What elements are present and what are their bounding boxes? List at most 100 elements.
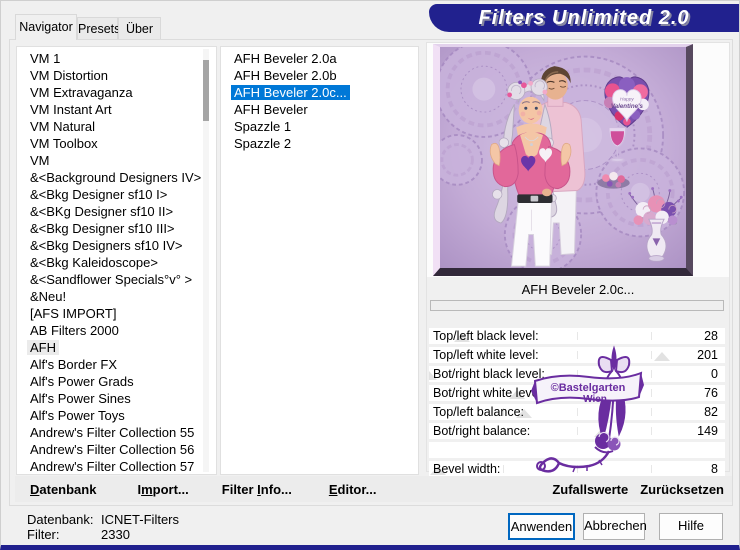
category-item[interactable]: Alf's Power Sines bbox=[17, 390, 216, 407]
slider-thumb[interactable] bbox=[654, 352, 670, 361]
parameter-slider[interactable]: Bot/right black level: 0 bbox=[429, 366, 725, 382]
category-item[interactable]: VM bbox=[17, 152, 216, 169]
category-scrollbar[interactable] bbox=[203, 49, 209, 472]
category-item[interactable]: Alf's Power Toys bbox=[17, 407, 216, 424]
editor-button[interactable]: Editor... bbox=[329, 482, 377, 497]
filter-item[interactable]: AFH Beveler bbox=[221, 101, 418, 118]
filterinfo-button[interactable]: Filter Info... bbox=[222, 482, 292, 497]
category-item[interactable]: [AFS IMPORT] bbox=[17, 305, 216, 322]
status-area: Datenbank: ICNET-Filters Filter: 2330 bbox=[27, 512, 179, 542]
parameter-value: 76 bbox=[704, 385, 718, 401]
parameter-value: 8 bbox=[711, 461, 718, 477]
category-item[interactable]: Andrew's Filter Collection 55 bbox=[17, 424, 216, 441]
filter-listbox[interactable]: AFH Beveler 2.0aAFH Beveler 2.0bAFH Beve… bbox=[220, 46, 419, 475]
filter-item[interactable]: Spazzle 1 bbox=[221, 118, 418, 135]
category-item[interactable]: Andrew's Filter Collection 56 bbox=[17, 441, 216, 458]
import-button[interactable]: Import... bbox=[137, 482, 188, 497]
slider-tick bbox=[651, 389, 652, 397]
status-filter-label: Filter: bbox=[27, 527, 101, 542]
category-item[interactable]: Alf's Power Grads bbox=[17, 373, 216, 390]
category-item[interactable]: AFH bbox=[17, 339, 216, 356]
tab-presets[interactable]: Presets bbox=[77, 17, 118, 39]
parameter-value: 0 bbox=[711, 366, 718, 382]
svg-text:Valentine's: Valentine's bbox=[611, 103, 644, 110]
parameter-spacer-row bbox=[429, 442, 725, 458]
hilfe-button[interactable]: Hilfe bbox=[659, 513, 723, 540]
slider-tick bbox=[651, 408, 652, 416]
zufallswerte-button[interactable]: Zufallswerte bbox=[552, 482, 628, 497]
category-item[interactable]: &<Bkg Designers sf10 IV> bbox=[17, 237, 216, 254]
filter-item[interactable]: AFH Beveler 2.0c... bbox=[221, 84, 418, 101]
slider-tick bbox=[651, 370, 652, 378]
category-scrollbar-thumb[interactable] bbox=[203, 60, 209, 121]
svg-text:Happy: Happy bbox=[620, 97, 634, 103]
tab-ueber[interactable]: Über bbox=[118, 17, 161, 39]
category-item[interactable]: Alf's Border FX bbox=[17, 356, 216, 373]
action-bar: Datenbank Import... Filter Info... Editor..… bbox=[15, 476, 732, 502]
parameter-slider[interactable]: Top/left white level:201 bbox=[429, 347, 725, 363]
zuruecksetzen-button[interactable]: Zurücksetzen bbox=[640, 482, 724, 497]
slider-tick bbox=[577, 370, 578, 378]
filter-item[interactable]: AFH Beveler 2.0a bbox=[221, 50, 418, 67]
filter-items: AFH Beveler 2.0aAFH Beveler 2.0bAFH Beve… bbox=[221, 50, 418, 152]
category-item[interactable]: VM Toolbox bbox=[17, 135, 216, 152]
preview-box: Happy Valentine's bbox=[427, 43, 729, 277]
slider-tick bbox=[577, 351, 578, 359]
slider-thumb[interactable] bbox=[594, 428, 610, 437]
slider-tick bbox=[651, 351, 652, 359]
category-listbox[interactable]: VM 1VM DistortionVM ExtravaganzaVM Insta… bbox=[16, 46, 217, 475]
preview-frame: Happy Valentine's bbox=[433, 44, 693, 276]
parameter-label: Bevel width: bbox=[433, 461, 500, 477]
parameter-rows: Top/left black level:28 Top/left white le… bbox=[429, 328, 725, 480]
filter-item[interactable]: AFH Beveler 2.0b bbox=[221, 67, 418, 84]
category-item[interactable]: &<Background Designers IV> bbox=[17, 169, 216, 186]
category-item[interactable]: &<Bkg Designer sf10 III> bbox=[17, 220, 216, 237]
parameter-value: 82 bbox=[704, 404, 718, 420]
parameter-slider[interactable]: Bot/right balance:149 bbox=[429, 423, 725, 439]
parameter-label: Bot/right black level: bbox=[433, 366, 545, 382]
category-item[interactable]: &<Bkg Designer sf10 I> bbox=[17, 186, 216, 203]
parameter-label: Bot/right white level: bbox=[433, 385, 545, 401]
category-item[interactable]: AB Filters 2000 bbox=[17, 322, 216, 339]
category-items: VM 1VM DistortionVM ExtravaganzaVM Insta… bbox=[17, 50, 216, 475]
category-item[interactable]: &<Bkg Kaleidoscope> bbox=[17, 254, 216, 271]
slider-tick bbox=[577, 389, 578, 397]
category-item[interactable]: &<BKg Designer sf10 II> bbox=[17, 203, 216, 220]
preview-progressbar bbox=[430, 300, 724, 311]
status-filter-row: Filter: 2330 bbox=[27, 527, 179, 542]
preview-panel: Happy Valentine's bbox=[426, 42, 730, 472]
category-item[interactable]: VM Extravaganza bbox=[17, 84, 216, 101]
datenbank-button[interactable]: Datenbank bbox=[30, 482, 96, 497]
parameter-value: 28 bbox=[704, 328, 718, 344]
slider-tick bbox=[651, 465, 652, 473]
status-filter-value: 2330 bbox=[101, 527, 130, 542]
parameter-label: Bot/right balance: bbox=[433, 423, 530, 439]
parameter-value: 201 bbox=[697, 347, 718, 363]
category-item[interactable]: VM 1 bbox=[17, 50, 216, 67]
slider-tick bbox=[651, 332, 652, 340]
parameter-label: Top/left balance: bbox=[433, 404, 524, 420]
slider-tick bbox=[577, 427, 578, 435]
category-item[interactable]: &<Sandflower Specials°v° > bbox=[17, 271, 216, 288]
category-item[interactable]: VM Distortion bbox=[17, 67, 216, 84]
slider-tick bbox=[577, 465, 578, 473]
parameter-slider[interactable]: Bot/right white level: 76 bbox=[429, 385, 725, 401]
slider-tick bbox=[503, 465, 504, 473]
navigator-tab-page: VM 1VM DistortionVM ExtravaganzaVM Insta… bbox=[9, 39, 733, 506]
slider-tick bbox=[577, 332, 578, 340]
parameter-slider[interactable]: Top/left balance: 82 bbox=[429, 404, 725, 420]
anwenden-button[interactable]: Anwenden bbox=[508, 513, 575, 540]
filter-item[interactable]: Spazzle 2 bbox=[221, 135, 418, 152]
status-datenbank-value: ICNET-Filters bbox=[101, 512, 179, 527]
tab-navigator[interactable]: Navigator bbox=[15, 14, 77, 40]
action-bar-right: Zufallswerte Zurücksetzen bbox=[552, 476, 724, 502]
status-datenbank-label: Datenbank: bbox=[27, 512, 101, 527]
parameter-slider[interactable]: Top/left black level:28 bbox=[429, 328, 725, 344]
abbrechen-button[interactable]: Abbrechen bbox=[583, 513, 645, 540]
category-item[interactable]: Andrew's Filter Collection 57 bbox=[17, 458, 216, 475]
parameter-slider[interactable]: Bevel width: 8 bbox=[429, 461, 725, 477]
category-item[interactable]: &Neu! bbox=[17, 288, 216, 305]
category-item[interactable]: VM Natural bbox=[17, 118, 216, 135]
action-bar-left: Datenbank Import... Filter Info... Editor..… bbox=[30, 482, 377, 497]
category-item[interactable]: VM Instant Art bbox=[17, 101, 216, 118]
